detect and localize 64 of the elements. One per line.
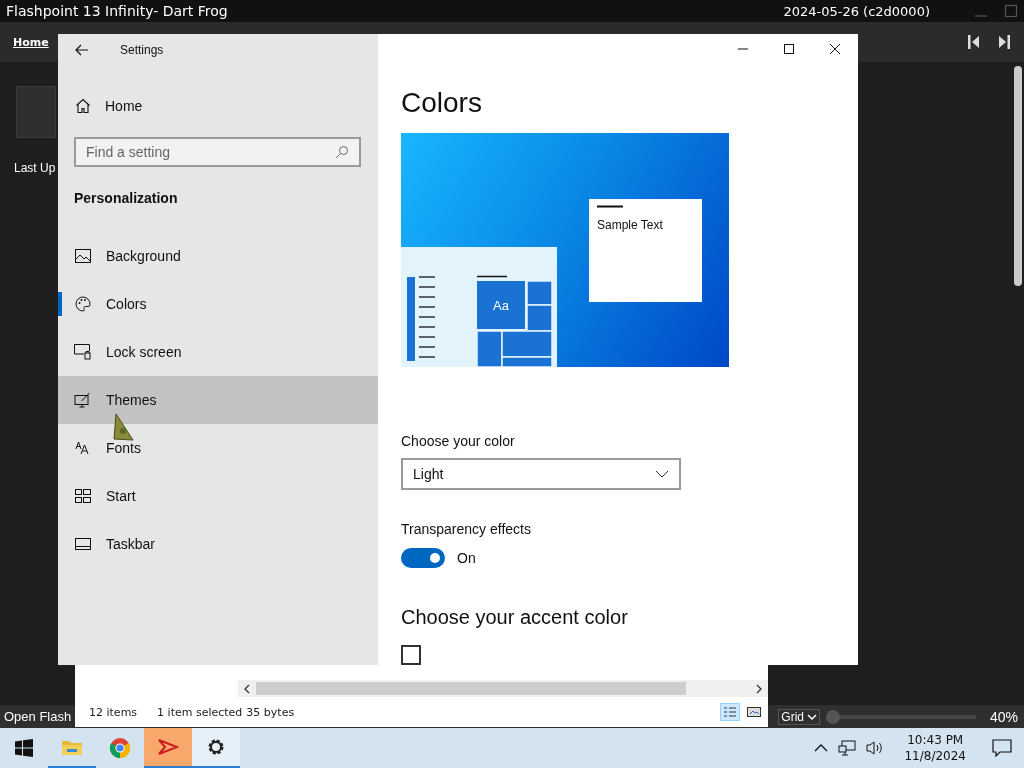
view-dropdown[interactable]: Grid [778,708,820,725]
sample-text: Sample Text [597,218,663,232]
toggle-state: On [457,550,476,566]
clock-date: 11/8/2024 [904,748,966,764]
chevron-down-icon [806,712,817,721]
selection-size: 35 bytes [246,705,295,719]
section-heading: Choose your accent color [401,606,628,629]
nav-item[interactable]: Taskbar [58,520,378,568]
item-count: 12 items [89,705,138,719]
notification-icon[interactable] [992,739,1012,757]
taskbar-icon [74,538,92,550]
nav-item[interactable]: Background [58,232,378,280]
clock-time: 10:43 PM [907,732,964,748]
back-icon[interactable] [75,44,89,56]
maximize-icon[interactable] [783,42,795,55]
scrollbar-thumb[interactable] [256,682,686,695]
window-title: Flashpoint 13 Infinity- Dart Frog [6,3,229,19]
cursor-icon [113,413,135,443]
game-tile[interactable] [16,86,56,138]
title-line [597,205,623,208]
home-link[interactable]: Home [13,35,49,49]
chevron-down-icon [655,470,669,478]
folder-icon [61,738,83,756]
image-icon [74,249,92,263]
chevron-up-icon[interactable] [814,743,829,753]
toggle-switch[interactable] [401,548,445,568]
version-label: 2024-05-26 (c2d0000) [783,3,930,19]
zoom-reading: 40% [989,708,1018,725]
search-field[interactable]: Find a setting [74,137,361,167]
nav-item[interactable]: Colors [58,280,378,328]
scroll-left-icon[interactable] [242,683,252,694]
section-heading: Personalization [73,190,179,206]
close-icon[interactable] [829,42,841,55]
bolt-icon [157,736,179,758]
palette-icon [74,296,92,312]
header-line [477,275,507,278]
windows-icon[interactable] [15,739,33,757]
lock-screen-icon [74,344,92,360]
nav-item[interactable]: Start [58,472,378,520]
selection-info: 1 item selected [157,705,243,719]
themes-icon [74,392,92,408]
browser-icon [109,737,131,759]
nav-item[interactable]: Fonts [58,424,378,472]
home-nav-item[interactable]: Home [58,89,378,123]
volume-icon[interactable] [866,740,885,756]
taskbar-button[interactable] [192,728,240,768]
network-icon[interactable] [838,740,857,756]
status-text: Open Flash [4,709,72,724]
nav-item[interactable]: Lock screen [58,328,378,376]
scroll-right-icon[interactable] [754,683,764,694]
nav-item[interactable]: Themes [58,376,378,424]
field-label: Transparency effects [401,521,531,537]
search-icon [335,145,349,159]
checkbox[interactable] [401,645,421,665]
field-label: Choose your color [401,433,515,449]
large-icons-view-icon[interactable] [746,705,762,719]
window-title: Settings [120,43,164,57]
settings-icon [206,737,226,757]
start-tiles-icon [74,489,92,503]
page-title: Colors [401,86,482,120]
color-mode-dropdown[interactable]: Light [401,458,681,490]
home-icon [75,98,91,114]
details-view-icon[interactable] [720,703,740,721]
section-label: Last Up [14,161,56,175]
